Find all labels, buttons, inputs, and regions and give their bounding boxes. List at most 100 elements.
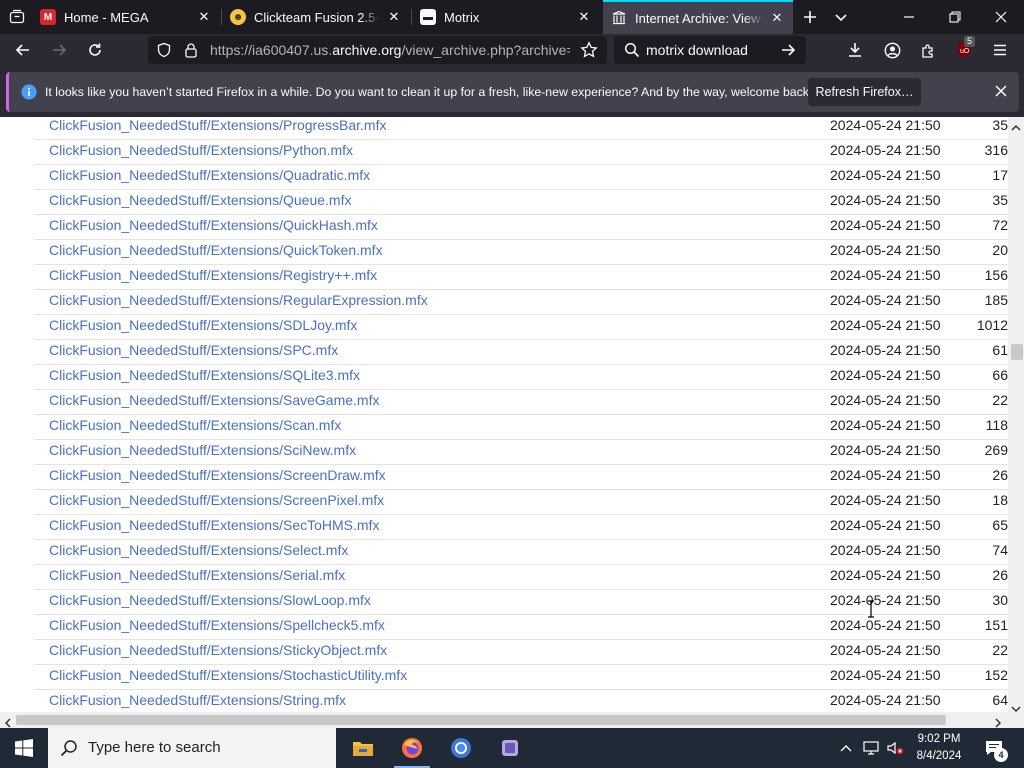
file-link[interactable]: ClickFusion_NeededStuff/Extensions/Quadr… [49, 167, 370, 183]
tab-internet-archive[interactable]: Internet Archive: View Arch ✕ [603, 0, 793, 34]
horizontal-scrollbar[interactable] [0, 712, 1024, 728]
tab-motrix[interactable]: ▬ Motrix ✕ [412, 0, 600, 34]
search-bar[interactable]: motrix download [614, 36, 806, 64]
close-window-button[interactable] [986, 4, 1016, 30]
extensions-button[interactable] [913, 36, 943, 64]
file-link[interactable]: ClickFusion_NeededStuff/Extensions/Stick… [49, 642, 387, 658]
vertical-scroll-thumb[interactable] [1011, 344, 1023, 360]
app-menu-button[interactable] [985, 36, 1015, 64]
file-link[interactable]: ClickFusion_NeededStuff/Extensions/Regis… [49, 267, 377, 283]
vertical-scrollbar[interactable] [1008, 117, 1024, 713]
file-row: ClickFusion_NeededStuff/Extensions/Quadr… [34, 165, 1008, 190]
firefox-icon [402, 738, 422, 758]
tab-clickteam[interactable]: ☻ Clickteam Fusion 2.5+ Dev ✕ [222, 0, 410, 34]
search-go-icon[interactable] [780, 42, 796, 63]
file-link[interactable]: ClickFusion_NeededStuff/Extensions/Spell… [49, 617, 385, 633]
file-link[interactable]: ClickFusion_NeededStuff/Extensions/Quick… [49, 217, 378, 233]
restore-button[interactable] [940, 4, 970, 30]
file-link[interactable]: ClickFusion_NeededStuff/Extensions/Queue… [49, 192, 351, 208]
file-link[interactable]: ClickFusion_NeededStuff/Extensions/SDLJo… [49, 317, 357, 333]
file-link[interactable]: ClickFusion_NeededStuff/Extensions/SecTo… [49, 517, 379, 533]
app-taskbar-button[interactable] [486, 728, 534, 768]
file-link[interactable]: ClickFusion_NeededStuff/Extensions/SlowL… [49, 592, 371, 608]
file-link[interactable]: ClickFusion_NeededStuff/Extensions/Scree… [49, 467, 386, 483]
close-notification-icon[interactable] [994, 84, 1008, 103]
chrome-icon [451, 738, 471, 758]
file-link[interactable]: ClickFusion_NeededStuff/Extensions/SaveG… [49, 392, 379, 408]
firefox-taskbar-button[interactable] [388, 728, 436, 768]
chrome-taskbar-button[interactable] [437, 728, 485, 768]
show-hidden-icons-button[interactable] [836, 728, 856, 768]
file-size: 35 [992, 117, 1008, 133]
file-link[interactable]: ClickFusion_NeededStuff/Extensions/Scan.… [49, 417, 341, 433]
back-button[interactable] [8, 36, 38, 64]
file-link[interactable]: ClickFusion_NeededStuff/Extensions/SciNe… [49, 442, 356, 458]
file-link[interactable]: ClickFusion_NeededStuff/Extensions/Selec… [49, 542, 348, 558]
chevron-up-icon [840, 745, 852, 752]
account-button[interactable] [877, 36, 907, 64]
tracking-protection-icon[interactable] [156, 42, 172, 63]
account-icon [884, 42, 900, 58]
lock-icon[interactable] [184, 42, 198, 63]
action-center-button[interactable]: 4 [980, 728, 1008, 768]
close-tab-icon[interactable]: ✕ [386, 9, 402, 25]
file-link[interactable]: ClickFusion_NeededStuff/Extensions/SPC.m… [49, 342, 338, 358]
volume-tray-button[interactable] [884, 728, 906, 768]
clock-date: 8/4/2024 [916, 750, 962, 762]
url-text[interactable]: https://ia600407.us.archive.org/view_arc… [210, 36, 570, 64]
scroll-up-icon[interactable] [1011, 119, 1021, 137]
file-link[interactable]: ClickFusion_NeededStuff/Extensions/Quick… [49, 242, 383, 258]
close-icon [995, 11, 1007, 23]
motrix-icon: ▬ [420, 9, 436, 25]
file-link[interactable]: ClickFusion_NeededStuff/Extensions/Strin… [49, 692, 346, 708]
reload-button[interactable] [80, 36, 110, 64]
system-clock[interactable]: 9:02 PM 8/4/2024 [906, 731, 972, 765]
new-tab-button[interactable] [796, 4, 824, 30]
horizontal-scroll-thumb[interactable] [16, 715, 946, 725]
downloads-button[interactable] [840, 36, 870, 64]
ublock-extension-button[interactable]: uO 5 [949, 36, 979, 64]
close-tab-icon[interactable]: ✕ [576, 9, 592, 25]
file-link[interactable]: ClickFusion_NeededStuff/Extensions/Stoch… [49, 667, 407, 683]
refresh-firefox-button[interactable]: Refresh Firefox… [808, 78, 921, 106]
file-link[interactable]: ClickFusion_NeededStuff/Extensions/Regul… [49, 292, 428, 308]
reload-icon [89, 43, 101, 56]
file-date: 2024-05-24 21:50 [830, 492, 941, 508]
forward-button[interactable] [44, 36, 74, 64]
search-input[interactable]: motrix download [646, 36, 748, 64]
file-size: 17 [992, 167, 1008, 183]
file-row: ClickFusion_NeededStuff/Extensions/Scan.… [34, 415, 1008, 440]
file-date: 2024-05-24 21:50 [830, 417, 941, 433]
tab-list-button[interactable] [4, 4, 30, 30]
text-cursor-icon [866, 600, 876, 623]
minimize-button[interactable] [894, 4, 924, 30]
file-date: 2024-05-24 21:50 [830, 517, 941, 533]
file-link[interactable]: ClickFusion_NeededStuff/Extensions/Scree… [49, 492, 384, 508]
network-tray-button[interactable] [860, 728, 882, 768]
file-row: ClickFusion_NeededStuff/Extensions/Queue… [34, 190, 1008, 215]
close-tab-icon[interactable]: ✕ [769, 10, 785, 26]
file-size: 64 [992, 692, 1008, 708]
file-link[interactable]: ClickFusion_NeededStuff/Extensions/SQLit… [49, 367, 360, 383]
file-size: 35 [992, 192, 1008, 208]
file-date: 2024-05-24 21:50 [830, 442, 941, 458]
windows-logo-icon [15, 739, 33, 757]
file-row: ClickFusion_NeededStuff/Extensions/Selec… [34, 540, 1008, 565]
tab-mega[interactable]: M Home - MEGA ✕ [32, 0, 220, 34]
address-bar[interactable]: https://ia600407.us.archive.org/view_arc… [148, 36, 607, 64]
list-all-tabs-button[interactable] [827, 4, 855, 30]
taskbar-search-box[interactable]: Type here to search [48, 728, 336, 768]
bookmark-star-icon[interactable] [580, 41, 598, 64]
file-link[interactable]: ClickFusion_NeededStuff/Extensions/Pytho… [49, 142, 353, 158]
url-prefix: https://ia600407.us. [210, 42, 333, 58]
close-tab-icon[interactable]: ✕ [196, 9, 212, 25]
file-link[interactable]: ClickFusion_NeededStuff/Extensions/Seria… [49, 567, 345, 583]
start-button[interactable] [0, 728, 48, 768]
app-icon [502, 740, 518, 756]
file-link[interactable]: ClickFusion_NeededStuff/Extensions/Progr… [49, 117, 386, 133]
file-explorer-taskbar-button[interactable] [339, 728, 387, 768]
file-date: 2024-05-24 21:50 [830, 142, 941, 158]
notification-bar: It looks like you haven’t started Firefo… [0, 67, 1024, 117]
file-row: ClickFusion_NeededStuff/Extensions/SecTo… [34, 515, 1008, 540]
file-date: 2024-05-24 21:50 [830, 592, 941, 608]
